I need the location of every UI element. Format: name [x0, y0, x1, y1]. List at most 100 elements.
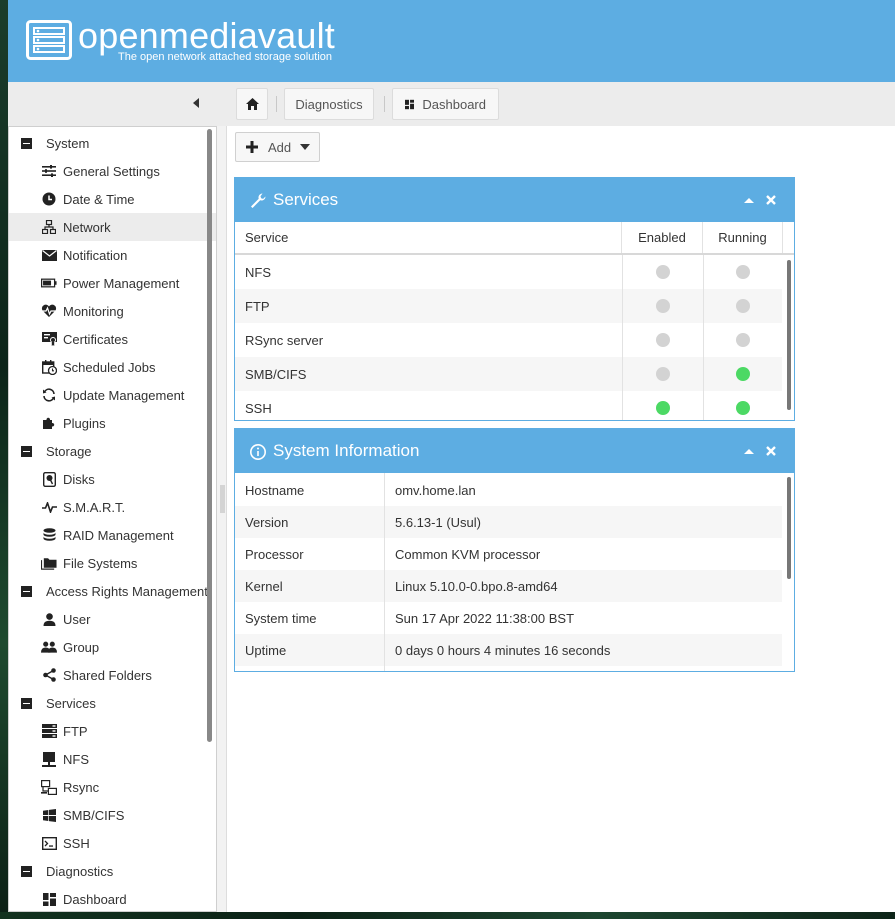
info-key: Hostname: [245, 482, 305, 498]
sidebar-item-s-m-a-r-t[interactable]: S.M.A.R.T.: [9, 493, 216, 521]
column-divider: [622, 255, 623, 420]
sidebar-item-group[interactable]: Group: [9, 633, 216, 661]
sidebar-item-label: NFS: [63, 751, 89, 767]
minus-box-icon[interactable]: [18, 443, 34, 459]
collapse-panel-icon[interactable]: [743, 445, 755, 457]
table-row[interactable]: Uptime 0 days 0 hours 4 minutes 16 second…: [235, 634, 782, 666]
sidebar-item-label: Storage: [46, 443, 92, 459]
services-scrollbar[interactable]: [787, 260, 791, 410]
sidebar-item-nfs[interactable]: NFS: [9, 745, 216, 773]
minus-box-icon[interactable]: [18, 135, 34, 151]
service-name: FTP: [245, 298, 270, 314]
sidebar-item-label: Shared Folders: [63, 667, 152, 683]
sidebar-item-label: Group: [63, 639, 100, 655]
sidebar-item-raid-management[interactable]: RAID Management: [9, 521, 216, 549]
group-icon: [41, 639, 57, 655]
enabled-status-indicator: [655, 265, 670, 279]
sidebar-item-disks[interactable]: Disks: [9, 465, 216, 493]
column-header-running[interactable]: Running: [703, 222, 783, 253]
sidebar-item-label: Notification: [63, 247, 128, 263]
puzzle-icon: [41, 415, 57, 431]
sidebar-scrollbar[interactable]: [207, 129, 212, 742]
sidebar-item-date-time[interactable]: Date & Time: [9, 185, 216, 213]
sidebar-item-label: Certificates: [63, 331, 129, 347]
table-row[interactable]: Processor Common KVM processor: [235, 538, 782, 570]
breadcrumb-dashboard[interactable]: Dashboard: [392, 88, 499, 120]
table-row[interactable]: SMB/CIFS: [235, 357, 782, 391]
sidebar-item-ftp[interactable]: FTP: [9, 717, 216, 745]
header-banner: openmediavault The open network attached…: [8, 0, 895, 82]
sidebar-section-system[interactable]: System: [9, 129, 214, 157]
sidebar-section-diagnostics[interactable]: Diagnostics: [9, 857, 214, 885]
sidebar-item-file-systems[interactable]: File Systems: [9, 549, 216, 577]
server-logo-icon: [26, 20, 72, 60]
services-panel: Services Service Enabled Running NFS FTP R…: [234, 177, 795, 421]
sidebar-splitter[interactable]: [217, 126, 227, 912]
table-row[interactable]: Version 5.6.13-1 (Usul): [235, 506, 782, 538]
sidebar-item-update-management[interactable]: Update Management: [9, 381, 216, 409]
sidebar-item-label: RAID Management: [63, 527, 174, 543]
sidebar-item-scheduled-jobs[interactable]: Scheduled Jobs: [9, 353, 216, 381]
sidebar-item-shared-folders[interactable]: Shared Folders: [9, 661, 216, 689]
calendar-clock-icon: [41, 359, 57, 375]
sidebar-item-label: Services: [46, 695, 96, 711]
service-name: SSH: [245, 400, 272, 416]
minus-box-icon[interactable]: [18, 583, 34, 599]
minus-box-icon[interactable]: [18, 863, 34, 879]
sidebar-item-label: Plugins: [63, 415, 106, 431]
column-header-service[interactable]: Service: [235, 222, 622, 253]
sidebar-item-monitoring[interactable]: Monitoring: [9, 297, 216, 325]
sidebar-item-general-settings[interactable]: General Settings: [9, 157, 216, 185]
breadcrumb-separator: [384, 96, 385, 112]
table-row[interactable]: Kernel Linux 5.10.0-0.bpo.8-amd64: [235, 570, 782, 602]
sidebar-item-rsync[interactable]: Rsync: [9, 773, 216, 801]
table-row[interactable]: Hostname omv.home.lan: [235, 474, 782, 506]
info-key: Version: [245, 514, 289, 530]
sidebar-item-power-management[interactable]: Power Management: [9, 269, 216, 297]
sidebar-item-label: Rsync: [63, 779, 100, 795]
breadcrumb-diagnostics[interactable]: Diagnostics: [284, 88, 374, 120]
collapse-panel-icon[interactable]: [743, 194, 755, 206]
sidebar-nav: System General Settings Date & Time Network…: [8, 126, 217, 912]
enabled-status-indicator: [655, 333, 670, 347]
sidebar-item-label: Date & Time: [63, 191, 135, 207]
home-button[interactable]: [236, 88, 268, 120]
table-row[interactable]: NFS: [235, 255, 782, 289]
sidebar-section-services[interactable]: Services: [9, 689, 214, 717]
table-row[interactable]: SSH: [235, 391, 782, 420]
info-value: 5.6.13-1 (Usul): [395, 514, 481, 530]
table-row[interactable]: System time Sun 17 Apr 2022 11:38:00 BST: [235, 602, 782, 634]
collapse-sidebar-icon[interactable]: [190, 96, 202, 110]
app-window: openmediavault The open network attached…: [8, 0, 895, 912]
sidebar-item-smb-cifs[interactable]: SMB/CIFS: [9, 801, 216, 829]
sidebar-item-notification[interactable]: Notification: [9, 241, 216, 269]
services-panel-title: Services: [273, 190, 339, 209]
home-icon: [245, 98, 259, 110]
add-widget-button[interactable]: Add: [235, 132, 320, 162]
splitter-handle[interactable]: [220, 485, 225, 513]
close-panel-icon[interactable]: [765, 194, 777, 206]
sidebar-item-label: File Systems: [63, 555, 138, 571]
sidebar-item-certificates[interactable]: Certificates: [9, 325, 216, 353]
enabled-status-indicator: [655, 401, 670, 415]
table-row[interactable]: FTP: [235, 289, 782, 323]
sidebar-section-storage[interactable]: Storage: [9, 437, 214, 465]
table-row[interactable]: RSync server: [235, 323, 782, 357]
sidebar-section-access-rights-management[interactable]: Access Rights Management: [9, 577, 214, 605]
column-header-running-label: Running: [718, 230, 767, 245]
sidebar-item-ssh[interactable]: SSH: [9, 829, 216, 857]
caret-down-icon: [300, 144, 311, 150]
sidebar-item-network[interactable]: Network: [9, 213, 216, 241]
column-header-enabled[interactable]: Enabled: [622, 222, 703, 253]
sidebar-item-dashboard[interactable]: Dashboard: [9, 885, 216, 911]
sidebar-item-plugins[interactable]: Plugins: [9, 409, 216, 437]
desktop-background-bottom: [0, 912, 895, 919]
sidebar-item-label: Monitoring: [63, 303, 124, 319]
sidebar-item-user[interactable]: User: [9, 605, 216, 633]
sysinfo-scrollbar[interactable]: [787, 477, 791, 579]
running-status-indicator: [736, 367, 750, 381]
close-panel-icon[interactable]: [765, 445, 777, 457]
logo-text: openmediavault: [78, 15, 335, 56]
minus-box-icon[interactable]: [18, 695, 34, 711]
service-name: SMB/CIFS: [245, 366, 307, 382]
